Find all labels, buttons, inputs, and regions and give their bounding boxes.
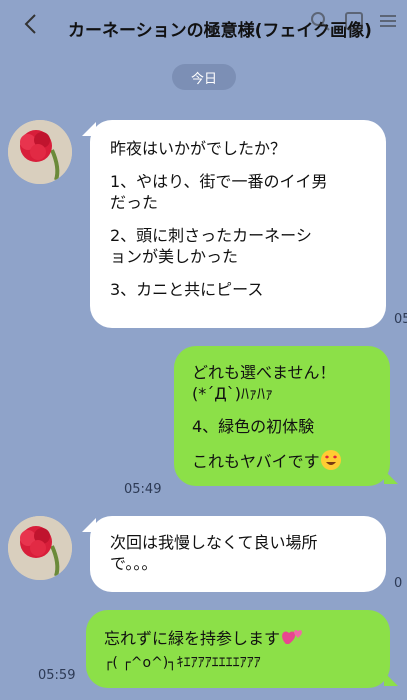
contact-avatar[interactable]	[8, 120, 72, 184]
message-time: 05:49	[124, 482, 162, 497]
message-time: 05:59	[38, 668, 76, 683]
back-icon[interactable]	[16, 10, 44, 38]
two-hearts-emoji	[280, 626, 304, 653]
message-time: 05	[394, 312, 407, 327]
message-bubble-incoming[interactable]: 昨夜はいかがでしたか？ 1、やはり、街で一番のイイ男 だった 2、頭に刺さったカ…	[90, 120, 386, 328]
message-bubble-outgoing[interactable]: 忘れずに緑を持参します ┌( ┌^o^)┐ｷｴｱｱｱｴｴｴｴｱｱｱ	[86, 610, 390, 688]
search-icon[interactable]	[309, 10, 331, 32]
chat-header: カーネーションの極意様(フェイク画像)	[0, 0, 407, 56]
message-text: 3、カニと共にピース	[110, 280, 264, 299]
message-text: 次回は我慢しなくて良い場所 で。。。	[110, 533, 318, 573]
message-text: 1、やはり、街で一番のイイ男 だった	[110, 172, 328, 212]
message-text: 2、頭に刺さったカーネーシ ョンが美しかった	[110, 226, 312, 266]
header-icons	[309, 10, 399, 32]
message-text: 昨夜はいかがでしたか？	[110, 139, 287, 158]
date-separator: 今日	[172, 64, 236, 90]
message-text: どれも選べません！ (*´Д`)ﾊｧﾊｧ	[192, 363, 336, 403]
call-icon[interactable]	[343, 10, 365, 32]
bubble-tail	[384, 470, 398, 484]
message-text: これもヤバイです	[192, 452, 320, 471]
message-time: 0	[394, 576, 403, 591]
message-bubble-outgoing[interactable]: どれも選べません！ (*´Д`)ﾊｧﾊｧ 4、緑色の初体験 これもヤバイです	[174, 346, 390, 486]
menu-icon[interactable]	[377, 10, 399, 32]
message-text: 4、緑色の初体験	[192, 417, 315, 436]
contact-avatar[interactable]	[8, 516, 72, 580]
heart-eyes-emoji	[320, 449, 342, 476]
message-text: ┌( ┌^o^)┐ｷｴｱｱｱｴｴｴｴｱｱｱ	[104, 655, 261, 671]
message-bubble-incoming[interactable]: 次回は我慢しなくて良い場所 で。。。	[90, 516, 386, 592]
message-text: 忘れずに緑を持参します	[104, 629, 281, 648]
